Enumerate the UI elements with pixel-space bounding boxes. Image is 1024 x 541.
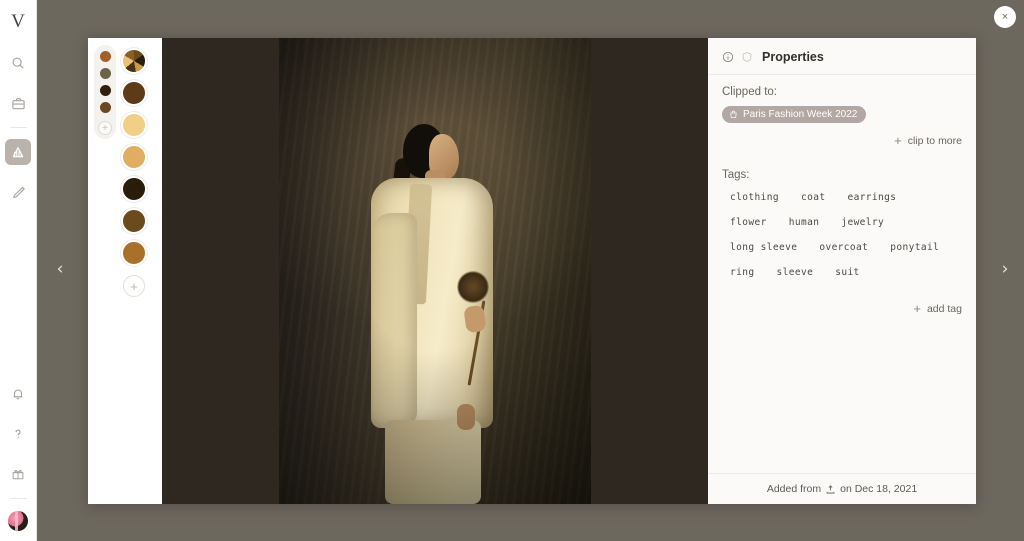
color-palette-column: + + [88,38,162,504]
sidebar-top-group: V [0,0,36,212]
sidebar-divider-bottom [9,498,27,499]
tag-item[interactable]: ring [722,263,762,282]
properties-panel: Properties Clipped to: Paris Fashion Wee… [708,38,976,504]
swatch-brown[interactable] [121,80,147,106]
added-on-date: on Dec 18, 2021 [840,483,918,495]
sidebar-divider [9,127,27,128]
help-icon[interactable] [5,421,31,447]
page-title: Properties [762,50,824,64]
next-item-chevron-icon[interactable]: › [994,258,1016,280]
tag-item[interactable]: overcoat [811,238,876,257]
add-tag-button[interactable]: + add tag [722,302,962,315]
tag-item[interactable]: sleeve [768,263,821,282]
gift-icon[interactable] [5,461,31,487]
swatch-dark-brown[interactable] [121,176,147,202]
tag-item[interactable]: clothing [722,188,787,207]
briefcase-icon[interactable] [5,90,31,116]
photo-vignette [279,38,591,504]
tag-item[interactable]: human [781,213,828,232]
tag-item[interactable]: suit [827,263,867,282]
tag-item[interactable]: flower [722,213,775,232]
big-swatch-group: + [121,45,147,297]
tag-item[interactable]: ponytail [882,238,947,257]
properties-panel-header: Properties [708,38,976,75]
avatar[interactable] [8,511,28,531]
swatch-caramel[interactable] [121,240,147,266]
tag-item[interactable]: long sleeve [722,238,805,257]
asset-image-stage[interactable] [162,38,708,504]
tags-label: Tags: [722,169,750,181]
add-tag-label: add tag [926,302,962,315]
add-swatch-button[interactable]: + [123,275,145,297]
clipped-to-chip[interactable]: Paris Fashion Week 2022 [722,106,867,123]
upload-icon [825,484,836,495]
mini-swatch[interactable] [99,102,111,113]
clip-to-more-button[interactable]: + clip to more [722,134,962,147]
mini-swatch[interactable] [99,51,111,62]
screen: V × ‹ › + + Properties Clipped to: Paris… [0,0,1024,541]
swatch-tan[interactable] [121,144,147,170]
bell-icon[interactable] [5,381,31,407]
add-mini-swatch-button[interactable]: + [98,121,112,135]
clip-to-more-label: clip to more [907,134,962,147]
clipped-to-label: Clipped to: [722,86,777,98]
added-from-prefix: Added from [766,483,822,495]
library-icon[interactable] [5,139,31,165]
previous-item-chevron-icon[interactable]: ‹ [49,258,71,280]
tag-item[interactable]: coat [793,188,833,207]
swatch-palette-mixed[interactable] [121,48,147,74]
pen-icon[interactable] [5,179,31,205]
close-icon[interactable]: × [994,6,1016,28]
tag-item[interactable]: jewelry [833,213,892,232]
swatch-light-tan[interactable] [121,112,147,138]
tag-item[interactable]: earrings [839,188,904,207]
properties-panel-footer: Added from on Dec 18, 2021 [708,473,976,504]
swatch-medium-brown[interactable] [121,208,147,234]
app-logo[interactable]: V [11,12,25,31]
properties-panel-body: Clipped to: Paris Fashion Week 2022 + cl… [708,75,976,473]
clipped-to-chip-label: Paris Fashion Week 2022 [743,109,858,120]
bag-icon [729,110,738,119]
mini-swatch[interactable] [99,85,111,96]
tags-list: clothing coat earrings flower human jewe… [722,188,962,288]
app-sidebar: V [0,0,37,541]
plus-icon: + [894,133,902,148]
sidebar-bottom-group [0,374,36,541]
search-icon[interactable] [5,50,31,76]
asset-detail-modal: + + Properties Clipped to: Paris Fashion… [88,38,976,504]
shield-icon[interactable] [741,51,753,63]
asset-photo [279,38,591,504]
mini-swatch[interactable] [99,68,111,79]
plus-icon: + [913,301,921,316]
mini-swatch-group: + [94,45,116,139]
info-icon[interactable] [722,51,734,63]
